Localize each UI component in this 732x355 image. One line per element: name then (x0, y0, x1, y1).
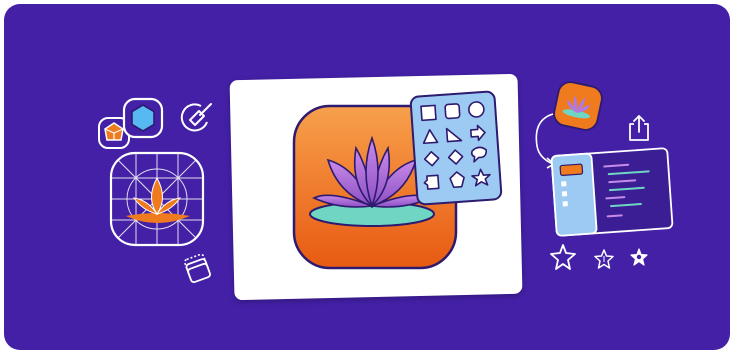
sparkle-star-icon (630, 248, 648, 266)
shape-library-icon (409, 90, 503, 206)
sparkle-star-icon (550, 244, 576, 270)
sparkle-star-icon (594, 249, 614, 269)
layers-icon (183, 253, 211, 284)
grid-guide-icon (109, 151, 205, 247)
share-icon (629, 115, 649, 141)
code-editor-icon (550, 147, 674, 237)
hexagon-icon (122, 97, 164, 139)
pen-tool-icon (180, 103, 212, 132)
hero-banner (4, 4, 730, 350)
